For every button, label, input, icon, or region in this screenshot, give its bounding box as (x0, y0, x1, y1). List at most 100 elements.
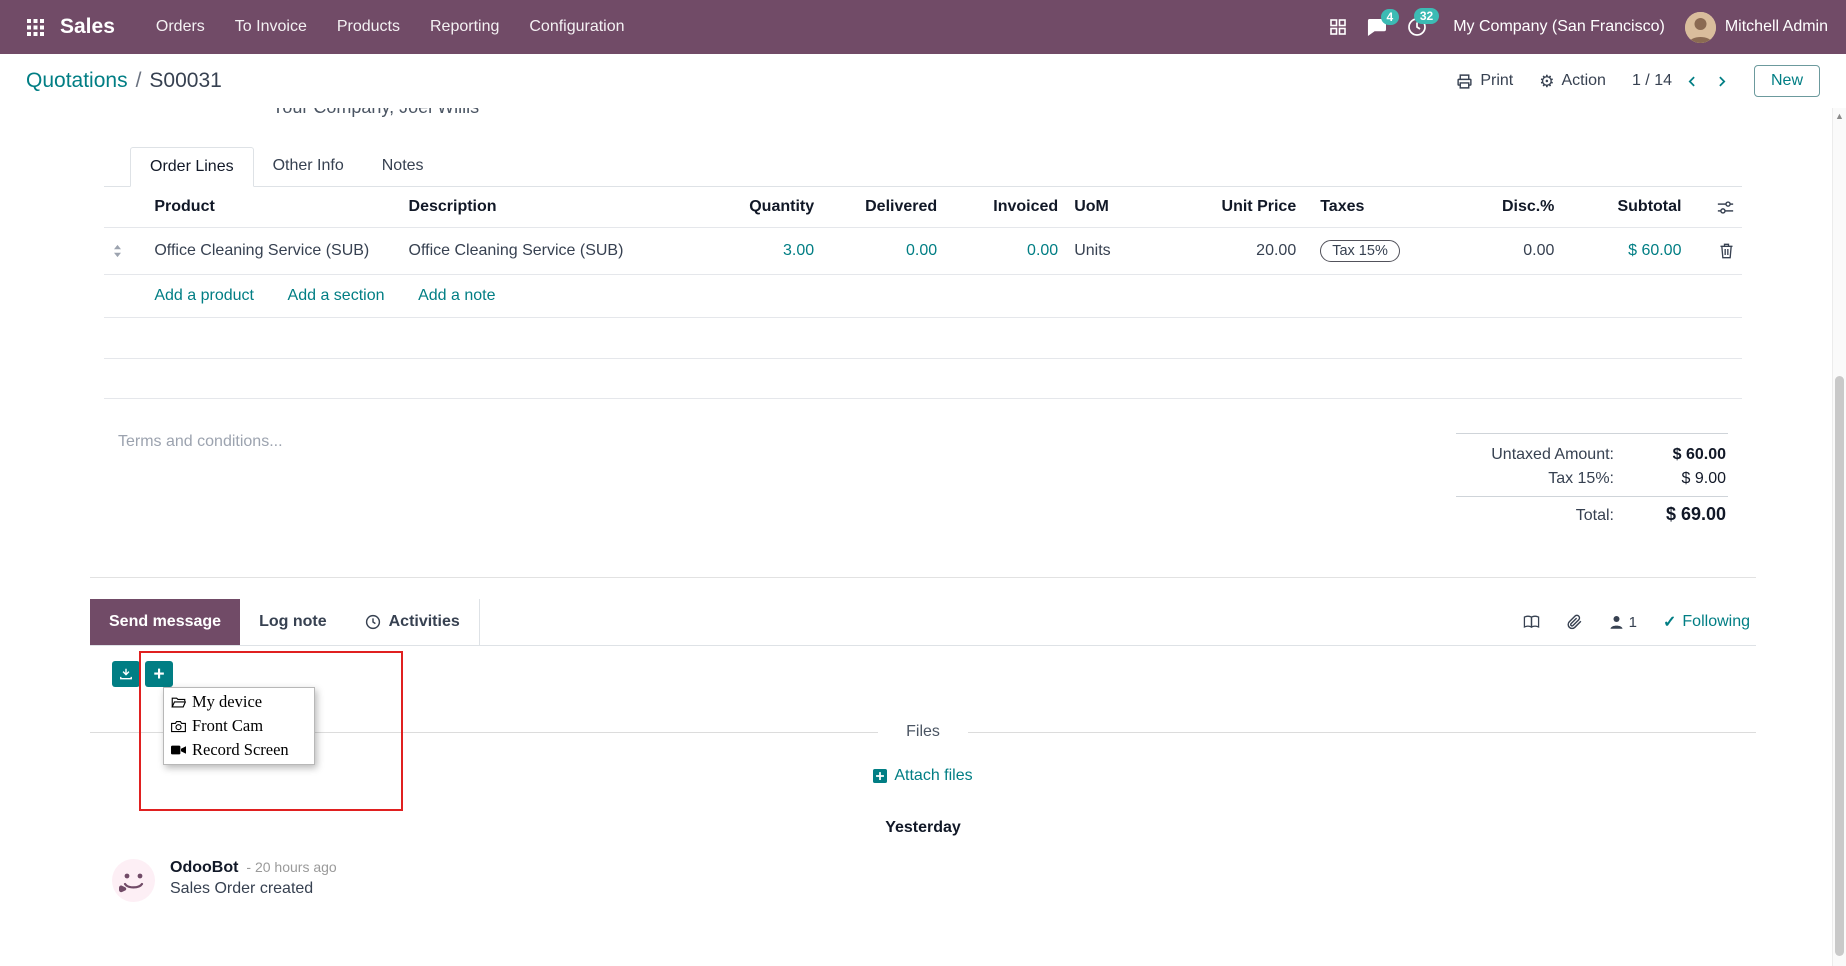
folder-icon (171, 696, 186, 709)
cell-uom[interactable]: Units (1066, 228, 1167, 275)
message-author[interactable]: OdooBot (170, 859, 238, 877)
attachment-source-menu: My device Front Cam Record Screen (163, 687, 315, 765)
print-button[interactable]: Print (1456, 72, 1513, 90)
chatter-message: OdooBot - 20 hours ago Sales Order creat… (112, 859, 1756, 902)
activities-button[interactable]: Activities (346, 599, 479, 645)
gear-icon: ⚙ (1539, 73, 1554, 90)
followers-count: 1 (1629, 614, 1637, 631)
activities-clock-icon[interactable]: 32 (1407, 17, 1427, 37)
send-message-button[interactable]: Send message (90, 599, 240, 645)
scrollbar-up-icon[interactable]: ▲ (1833, 108, 1846, 121)
menu-option-my-device[interactable]: My device (164, 690, 314, 714)
cell-taxes[interactable]: Tax 15% (1304, 228, 1455, 275)
upload-file-button[interactable] (112, 661, 140, 687)
cell-quantity[interactable]: 3.00 (711, 228, 822, 275)
cell-invoiced[interactable]: 0.00 (945, 228, 1066, 275)
untaxed-amount-value: $ 60.00 (1634, 446, 1726, 464)
attachments-icon[interactable] (1566, 613, 1583, 631)
col-subtotal[interactable]: Subtotal (1562, 187, 1689, 228)
pager-counter: 1 / 14 (1632, 72, 1672, 90)
log-note-button[interactable]: Log note (240, 599, 346, 645)
total-value: $ 69.00 (1634, 504, 1726, 525)
scrollbar-thumb[interactable] (1835, 376, 1844, 956)
company-switcher[interactable]: My Company (San Francisco) (1453, 18, 1665, 36)
user-avatar (1685, 12, 1716, 43)
tab-other-info[interactable]: Other Info (254, 147, 363, 187)
table-header-row: Product Description Quantity Delivered I… (104, 187, 1742, 228)
attach-files-link[interactable]: Attach files (873, 767, 972, 785)
col-taxes[interactable]: Taxes (1304, 187, 1455, 228)
pager-next-icon[interactable] (1715, 74, 1728, 89)
user-name: Mitchell Admin (1725, 18, 1828, 36)
add-note-link[interactable]: Add a note (418, 287, 495, 304)
video-camera-icon (171, 744, 186, 756)
delete-line-icon[interactable] (1689, 228, 1742, 275)
messages-badge: 4 (1381, 9, 1400, 25)
notebook-tabs: Order Lines Other Info Notes (104, 147, 1742, 187)
message-timestamp: - 20 hours ago (246, 859, 336, 875)
menu-option-record-screen[interactable]: Record Screen (164, 738, 314, 762)
apps-grid-icon[interactable] (18, 10, 52, 44)
tab-notes[interactable]: Notes (363, 147, 443, 187)
cell-delivered[interactable]: 0.00 (822, 228, 945, 275)
col-invoiced[interactable]: Invoiced (945, 187, 1066, 228)
tab-order-lines[interactable]: Order Lines (130, 147, 254, 187)
optional-columns-icon[interactable] (1689, 187, 1742, 228)
menu-item-products[interactable]: Products (322, 0, 415, 54)
col-unit-price[interactable]: Unit Price (1167, 187, 1304, 228)
terms-placeholder[interactable]: Terms and conditions... (118, 433, 283, 528)
total-row: Total: $ 69.00 (1456, 496, 1728, 528)
camera-icon (171, 720, 186, 733)
menu-item-reporting[interactable]: Reporting (415, 0, 514, 54)
following-button[interactable]: ✓ Following (1663, 612, 1750, 632)
menu-item-to-invoice[interactable]: To Invoice (220, 0, 322, 54)
add-product-link[interactable]: Add a product (154, 287, 254, 304)
message-history-icon[interactable] (1523, 614, 1540, 630)
order-lines-table: Product Description Quantity Delivered I… (104, 187, 1742, 399)
col-quantity[interactable]: Quantity (711, 187, 822, 228)
menu-item-configuration[interactable]: Configuration (514, 0, 639, 54)
action-button[interactable]: ⚙ Action (1539, 72, 1606, 90)
main-menu: Orders To Invoice Products Reporting Con… (141, 0, 640, 54)
plus-square-icon (873, 769, 887, 783)
breadcrumb-current-record: S00031 (149, 69, 221, 93)
form-view: Your Company, Joel Willis Order Lines Ot… (0, 108, 1846, 966)
clock-icon (365, 614, 381, 630)
messages-icon[interactable]: 4 (1366, 18, 1387, 37)
tax-value: $ 9.00 (1634, 470, 1726, 488)
odoobot-avatar (112, 859, 155, 902)
breadcrumb-quotations[interactable]: Quotations (26, 69, 128, 93)
app-brand[interactable]: Sales (60, 15, 115, 39)
add-section-link[interactable]: Add a section (288, 287, 385, 304)
empty-row (104, 359, 1742, 399)
cell-unit-price[interactable]: 20.00 (1167, 228, 1304, 275)
menu-item-orders[interactable]: Orders (141, 0, 220, 54)
cell-discount[interactable]: 0.00 (1456, 228, 1563, 275)
message-body: Sales Order created (170, 880, 337, 898)
col-product[interactable]: Product (146, 187, 400, 228)
col-uom[interactable]: UoM (1066, 187, 1167, 228)
chatter-topbar: Send message Log note Activities (90, 599, 1756, 646)
composer-attachment-buttons: + (112, 661, 1756, 687)
new-button[interactable]: New (1754, 65, 1820, 97)
followers-button[interactable]: 1 (1609, 614, 1637, 631)
tax-badge[interactable]: Tax 15% (1320, 240, 1400, 262)
col-discount[interactable]: Disc.% (1456, 187, 1563, 228)
totals-panel: Untaxed Amount: $ 60.00 Tax 15%: $ 9.00 … (1456, 433, 1728, 528)
drag-handle-icon[interactable] (104, 228, 146, 275)
add-line-row: Add a product Add a section Add a note (104, 275, 1742, 318)
menu-option-front-cam[interactable]: Front Cam (164, 714, 314, 738)
add-attachment-button[interactable]: + (145, 661, 173, 687)
cell-description[interactable]: Office Cleaning Service (SUB) (401, 228, 712, 275)
vertical-scrollbar[interactable]: ▲ (1832, 108, 1846, 966)
systray-grid-icon[interactable] (1330, 19, 1346, 35)
empty-row (104, 318, 1742, 359)
activities-badge: 32 (1414, 8, 1439, 24)
user-menu[interactable]: Mitchell Admin (1685, 12, 1828, 43)
pager-previous-icon[interactable] (1686, 74, 1699, 89)
cell-product[interactable]: Office Cleaning Service (SUB) (146, 228, 400, 275)
col-delivered[interactable]: Delivered (822, 187, 945, 228)
order-line-row[interactable]: Office Cleaning Service (SUB) Office Cle… (104, 228, 1742, 275)
col-description[interactable]: Description (401, 187, 712, 228)
record-pager: 1 / 14 (1632, 72, 1728, 90)
